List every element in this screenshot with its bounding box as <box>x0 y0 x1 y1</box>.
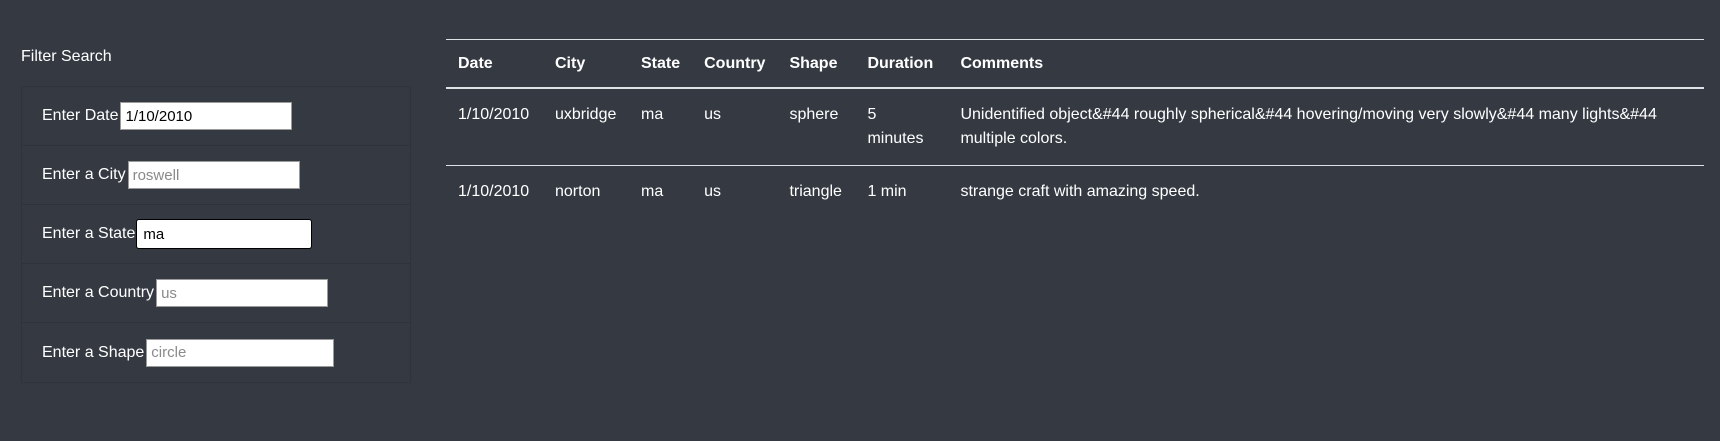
city-label: Enter a City <box>42 166 126 183</box>
cell-comments: Unidentified object&#44 roughly spherica… <box>960 106 1657 147</box>
city-input[interactable] <box>127 161 300 189</box>
state-input[interactable] <box>137 220 312 248</box>
filter-item-shape: Enter a Shape <box>22 323 410 382</box>
shape-label: Enter a Shape <box>42 343 145 361</box>
filter-item-city: Enter a City <box>22 146 410 205</box>
header-comments: Comments <box>960 54 1044 72</box>
header-date: Date <box>458 54 493 72</box>
sightings-table: Date City State Country Shape Duration C… <box>446 39 1704 218</box>
cell-state: ma <box>641 106 664 123</box>
table-header-row: Date City State Country Shape Duration C… <box>446 39 1704 88</box>
table-row: 1/10/2010 norton ma us triangle 1 min st… <box>446 166 1704 219</box>
header-state: State <box>641 54 681 72</box>
header-city: City <box>555 54 586 72</box>
filter-list: Enter Date Enter a City Enter a State En… <box>21 86 411 383</box>
cell-duration: 5 minutes <box>867 106 924 147</box>
cell-shape: sphere <box>789 106 839 123</box>
cell-duration: 1 min <box>867 183 907 200</box>
date-input[interactable] <box>120 102 293 130</box>
cell-date: 1/10/2010 <box>458 183 530 200</box>
country-input[interactable] <box>156 279 329 307</box>
filter-item-state: Enter a State <box>22 205 410 264</box>
cell-date: 1/10/2010 <box>458 106 530 123</box>
header-shape: Shape <box>789 54 838 72</box>
cell-city: uxbridge <box>555 106 617 123</box>
filter-item-country: Enter a Country <box>22 264 410 323</box>
cell-shape: triangle <box>789 183 842 200</box>
filter-item-date: Enter Date <box>22 87 410 146</box>
header-duration: Duration <box>867 54 934 72</box>
cell-country: us <box>704 183 722 200</box>
shape-input[interactable] <box>146 338 335 367</box>
table-row: 1/10/2010 uxbridge ma us sphere 5 minute… <box>446 88 1704 166</box>
filter-panel: Filter Search Enter Date Enter a City En… <box>21 46 411 383</box>
cell-city: norton <box>555 183 601 200</box>
state-label: Enter a State <box>42 225 136 242</box>
filter-title: Filter Search <box>21 48 112 65</box>
header-country: Country <box>704 54 766 72</box>
cell-comments: strange craft with amazing speed. <box>960 183 1200 200</box>
date-label: Enter Date <box>42 107 119 124</box>
sightings-table-wrapper: Date City State Country Shape Duration C… <box>446 39 1704 218</box>
country-label: Enter a Country <box>42 284 155 301</box>
cell-state: ma <box>641 183 664 200</box>
cell-country: us <box>704 106 722 123</box>
